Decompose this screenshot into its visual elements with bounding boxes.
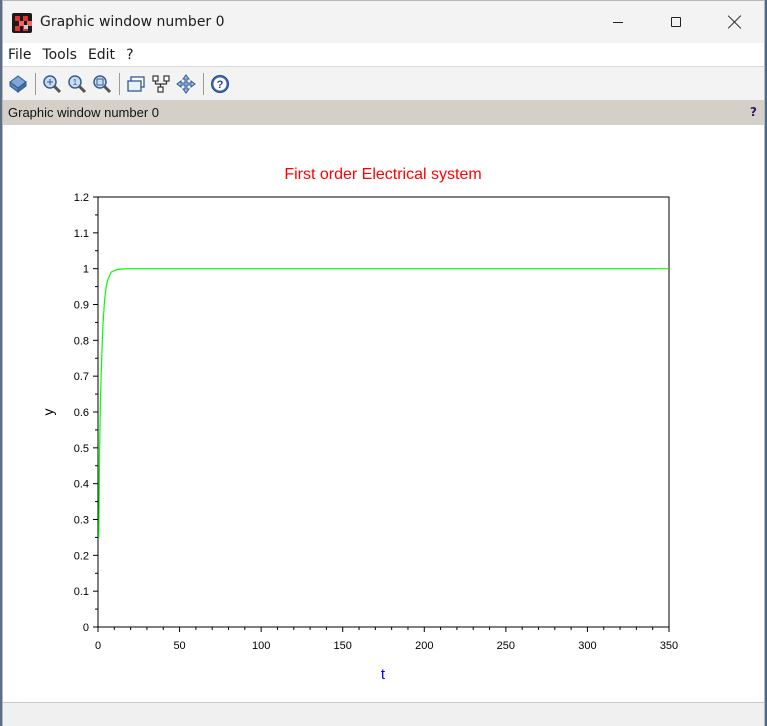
y-tick-label: 0 [83,622,89,634]
zoom-icon [43,75,62,94]
rotate-button[interactable] [7,73,29,95]
plot-canvas[interactable]: First order Electrical system 0 0.1 0.2 0.3… [3,125,764,702]
y-tick-label: 0.8 [74,335,89,347]
menu-file[interactable]: File [8,47,31,63]
scilab-app-icon [12,13,32,33]
graphic-window: Graphic window number 0 File Tools Edit … [2,0,765,726]
x-tick-label: 150 [334,640,352,652]
x-tick-label: 200 [415,640,433,652]
y-tick-label: 0.4 [74,479,89,491]
close-button[interactable] [706,1,764,43]
help-icon: ? [211,75,229,93]
status-bar [3,702,764,726]
y-tick-label: 0.1 [74,586,89,598]
minimize-button[interactable] [589,1,647,43]
svg-text:?: ? [217,79,224,91]
unzoom-button[interactable]: 1 [66,73,88,95]
zoom-area-icon [93,75,112,94]
y-tick-label: 1.1 [74,228,89,240]
minimize-icon [613,21,623,23]
title-bar[interactable]: Graphic window number 0 [3,1,764,43]
maximize-button[interactable] [647,1,705,43]
datatip-edit-button[interactable] [150,73,172,95]
x-tick-label: 100 [252,640,270,652]
x-axis: 0 50 100 150 200 250 300 350 [95,627,678,652]
y-tick-label: 0.5 [74,443,89,455]
pan-button[interactable] [175,73,197,95]
menu-bar: File Tools Edit ? [3,43,764,67]
info-text: Graphic window number 0 [8,105,160,120]
x-tick-label: 350 [660,640,678,652]
datatip-icon [127,76,145,92]
x-tick-label: 250 [497,640,515,652]
x-tick-label: 0 [95,640,101,652]
y-axis: 0 0.1 0.2 0.3 0.4 0.5 0.6 0.7 0.8 0.9 1 1.1 1.2 [74,192,98,634]
y-tick-label: 0.7 [74,371,89,383]
y-axis-label: y [40,409,56,416]
unzoom-icon: 1 [68,75,87,94]
pan-icon [176,74,196,94]
maximize-icon [671,17,681,27]
x-axis-label: t [381,666,386,683]
toolbar: 1 ? [3,68,764,100]
zoom-area-button[interactable] [91,73,113,95]
y-tick-label: 0.6 [74,407,89,419]
toolbar-separator [119,73,120,95]
y-tick-label: 0.9 [74,300,89,312]
y-tick-label: 1.2 [74,192,89,204]
info-help-button[interactable]: ? [750,105,757,119]
x-tick-label: 50 [173,640,185,652]
y-tick-label: 1 [83,264,89,276]
info-bar: Graphic window number 0 ? [3,100,764,125]
y-tick-label: 0.3 [74,515,89,527]
series-layer [98,268,669,538]
svg-text:1: 1 [73,78,78,87]
datatip-edit-icon [152,75,170,93]
close-icon [728,15,742,29]
chart-title: First order Electrical system [284,166,481,183]
menu-tools[interactable]: Tools [42,47,77,63]
toolbar-separator [203,73,204,95]
toolbar-separator [35,73,36,95]
window-title: Graphic window number 0 [40,14,225,30]
zoom-button[interactable] [41,73,63,95]
menu-help[interactable]: ? [126,47,133,63]
menu-edit[interactable]: Edit [88,47,115,63]
datatip-button[interactable] [125,73,147,95]
plot-axes-box [97,196,670,628]
2d-3d-rotate-icon [9,75,27,93]
series-line [98,268,669,538]
y-tick-label: 0.2 [74,550,89,562]
plot-svg: First order Electrical system 0 0.1 0.2 0.3… [40,166,678,683]
x-tick-label: 300 [578,640,596,652]
help-button[interactable]: ? [209,73,231,95]
